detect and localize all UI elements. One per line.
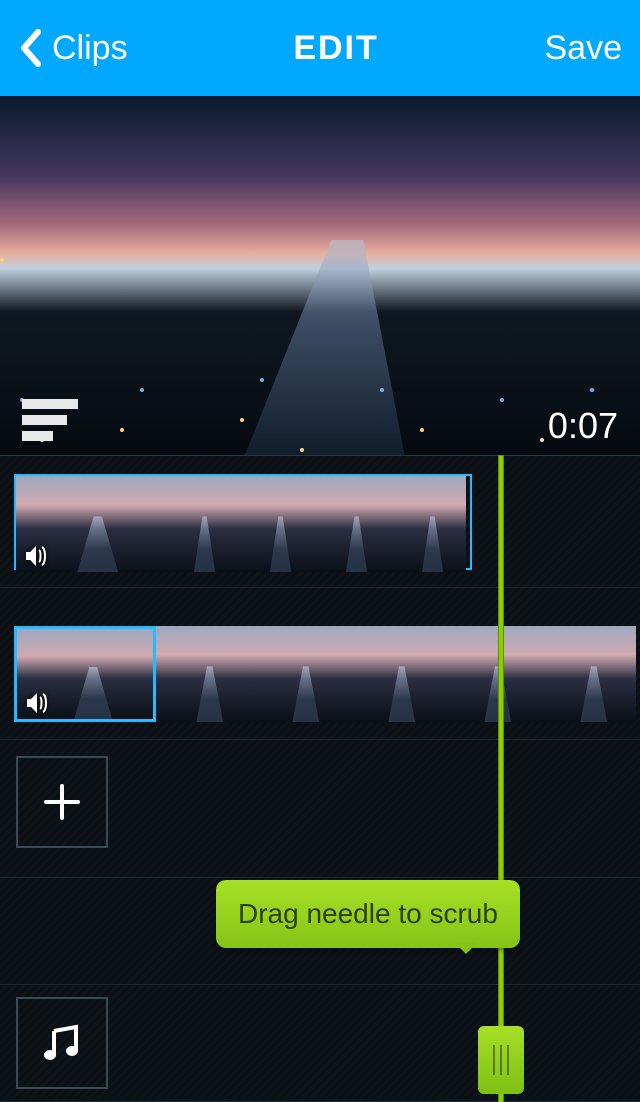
clip-thumb[interactable]: [540, 626, 636, 722]
add-clip-button[interactable]: [16, 756, 108, 848]
scrub-needle-handle[interactable]: [478, 1026, 524, 1094]
timecode-label: 0:07: [548, 405, 618, 447]
clip-thumb[interactable]: [156, 626, 252, 722]
timeline: Drag needle to scrub: [0, 455, 640, 1102]
page-title: EDIT: [293, 29, 378, 68]
save-button[interactable]: Save: [545, 29, 623, 68]
navbar: Clips EDIT Save: [0, 0, 640, 96]
clip-thumb[interactable]: [348, 626, 444, 722]
track-row-1: [0, 456, 640, 588]
add-music-button[interactable]: [16, 997, 108, 1089]
clip-thumb[interactable]: [16, 476, 162, 572]
clip-thumb[interactable]: [238, 476, 314, 572]
plus-icon: [40, 780, 84, 824]
video-preview[interactable]: 0:07: [0, 96, 640, 455]
clip-thumb[interactable]: [390, 476, 466, 572]
speaker-icon: [26, 546, 50, 566]
chevron-left-icon: [18, 28, 42, 68]
track-row-music: [0, 984, 640, 1102]
clip-strip-b[interactable]: [14, 626, 626, 722]
speaker-icon: [27, 693, 51, 713]
music-note-icon: [40, 1021, 84, 1065]
scrub-needle[interactable]: [499, 456, 503, 1102]
clip-strip-a[interactable]: [14, 474, 472, 570]
clip-thumb[interactable]: [162, 476, 238, 572]
clip-thumb[interactable]: [252, 626, 348, 722]
clip-thumb-selected[interactable]: [14, 626, 156, 722]
clip-thumb[interactable]: [314, 476, 390, 572]
track-row-add: [0, 746, 640, 878]
preview-overlay-icon: [22, 399, 78, 441]
back-label: Clips: [52, 29, 128, 68]
clip-thumb[interactable]: [444, 626, 540, 722]
scrub-tooltip: Drag needle to scrub: [216, 880, 520, 948]
track-row-2: [0, 608, 640, 740]
back-button[interactable]: Clips: [18, 28, 128, 68]
